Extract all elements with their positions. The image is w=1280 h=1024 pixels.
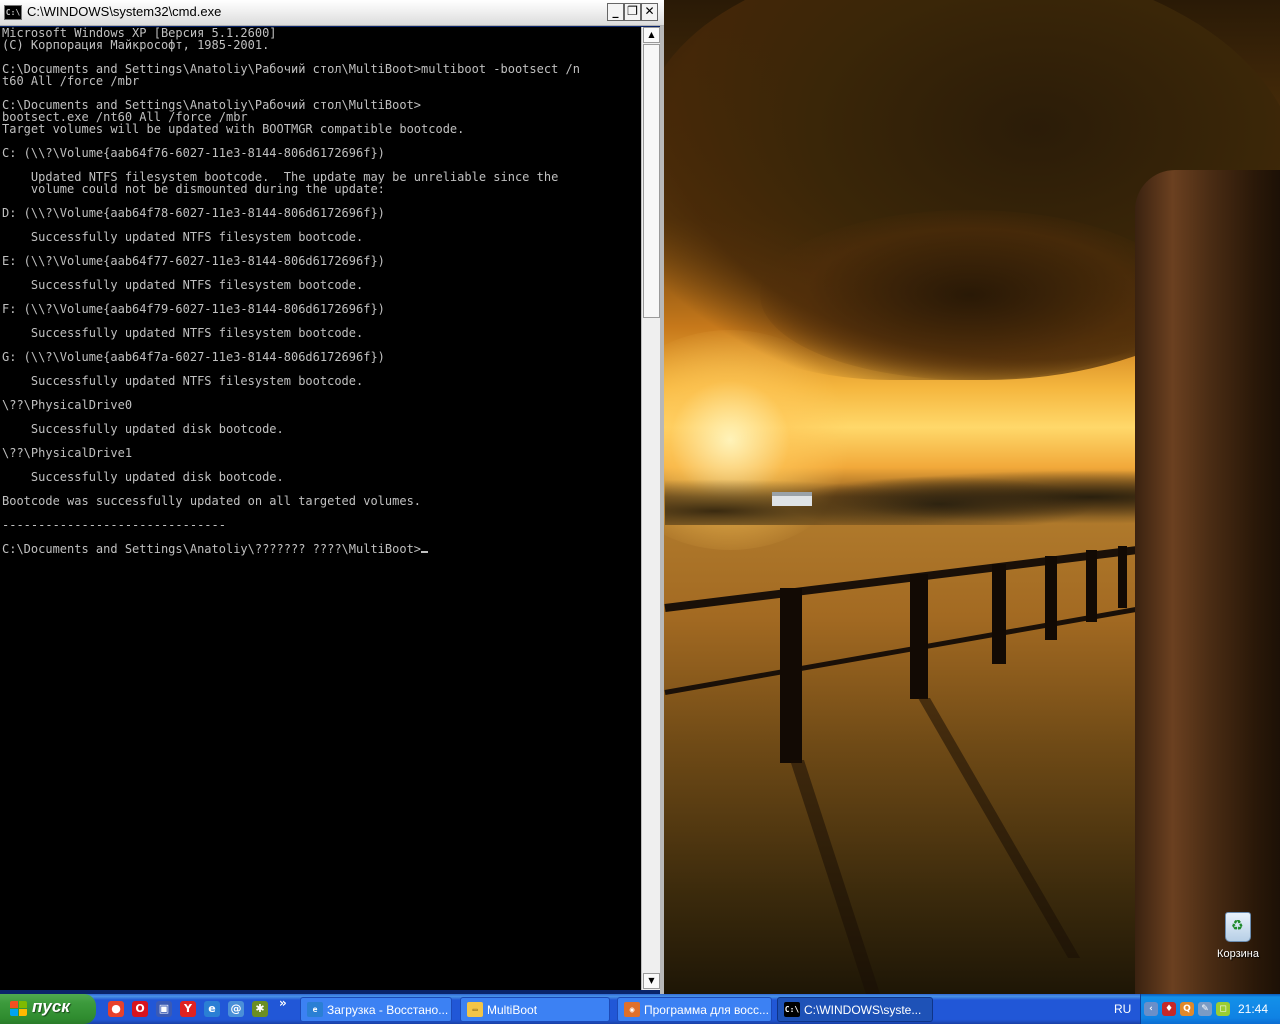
- recycle-bin-icon: [1225, 912, 1251, 942]
- cmd-window: C:\ C:\WINDOWS\system32\cmd.exe _ ❐ ✕ Mi…: [0, 0, 664, 994]
- taskbar-button-label: MultiBoot: [487, 1003, 538, 1017]
- console-output[interactable]: Microsoft Windows XP [Версия 5.1.2600] (…: [0, 27, 641, 990]
- minimize-button[interactable]: _: [607, 3, 624, 21]
- tray-window-icon[interactable]: ◻: [1216, 1002, 1230, 1016]
- internet-explorer-icon[interactable]: e: [204, 1001, 220, 1017]
- taskbar-button-2[interactable]: ▭ MultiBoot: [460, 997, 610, 1022]
- fence-post: [910, 574, 928, 699]
- fence-post: [1086, 550, 1097, 622]
- fence-post: [992, 564, 1006, 664]
- start-label: пуск: [32, 997, 70, 1016]
- taskbar-button-3[interactable]: ◉ Программа для восс...: [617, 997, 772, 1022]
- folder-icon: ▭: [467, 1002, 483, 1017]
- antivirus-shield-icon[interactable]: ♦: [1162, 1002, 1176, 1016]
- scroll-thumb[interactable]: [643, 44, 660, 318]
- clock[interactable]: 21:44: [1238, 1002, 1268, 1016]
- windows-logo-icon: [10, 1001, 28, 1017]
- ie-page-icon: e: [307, 1002, 323, 1017]
- distant-barn: [772, 492, 812, 506]
- language-indicator[interactable]: RU: [1114, 1002, 1131, 1016]
- taskbar-button-label: Загрузка - Восстано...: [327, 1003, 449, 1017]
- window-titlebar[interactable]: C:\ C:\WINDOWS\system32\cmd.exe _ ❐ ✕: [0, 0, 664, 26]
- firefox-icon: ◉: [624, 1002, 640, 1017]
- window-title: C:\WINDOWS\system32\cmd.exe: [27, 4, 222, 19]
- tray-arrow-icon[interactable]: ‹: [1144, 1002, 1158, 1016]
- restore-button[interactable]: ❐: [624, 3, 641, 21]
- tray-edit-icon[interactable]: ✎: [1198, 1002, 1212, 1016]
- taskbar-button-4[interactable]: C:\ C:\WINDOWS\syste...: [777, 997, 933, 1022]
- tree-trunk: [1135, 170, 1280, 994]
- fence-post: [1045, 556, 1057, 640]
- fence-post: [1118, 546, 1127, 608]
- chrome-icon[interactable]: ●: [108, 1001, 124, 1017]
- bug-icon[interactable]: ✱: [252, 1001, 268, 1017]
- tray-app-icon[interactable]: Q: [1180, 1002, 1194, 1016]
- quick-launch-more-button[interactable]: »: [279, 996, 287, 1010]
- post-shadow: [918, 698, 1081, 958]
- close-button[interactable]: ✕: [641, 3, 658, 21]
- distant-treeline: [665, 455, 1165, 525]
- floppy-save-icon[interactable]: ▣: [156, 1001, 172, 1017]
- cmd-icon: C:\: [784, 1002, 800, 1017]
- tree-canopy-lower: [760, 210, 1180, 380]
- scroll-down-button[interactable]: ▼: [643, 973, 660, 989]
- desktop-icon-recycle-bin[interactable]: Корзина: [1208, 912, 1268, 961]
- console-text: Microsoft Windows XP [Версия 5.1.2600] (…: [2, 27, 580, 556]
- opera-icon[interactable]: O: [132, 1001, 148, 1017]
- post-shadow: [790, 760, 882, 994]
- taskbar-button-label: Программа для восс...: [644, 1003, 769, 1017]
- vertical-scrollbar[interactable]: ▲ ▼: [641, 27, 660, 990]
- taskbar-button-1[interactable]: e Загрузка - Восстано...: [300, 997, 452, 1022]
- fence-post: [780, 588, 802, 763]
- mail-icon[interactable]: @: [228, 1001, 244, 1017]
- taskbar-button-label: C:\WINDOWS\syste...: [804, 1003, 922, 1017]
- window-border-right[interactable]: [660, 26, 664, 994]
- cmd-icon[interactable]: C:\: [4, 5, 22, 20]
- desktop-icon-label: Корзина: [1217, 948, 1259, 960]
- yandex-browser-icon[interactable]: Y: [180, 1001, 196, 1017]
- console-cursor: [421, 551, 429, 553]
- start-button[interactable]: пуск: [0, 994, 96, 1024]
- scroll-up-button[interactable]: ▲: [643, 27, 660, 43]
- taskbar: пуск ● O ▣ Ye @ ✱ » e Загрузка - Восстано... ▭ M…: [0, 994, 1280, 1024]
